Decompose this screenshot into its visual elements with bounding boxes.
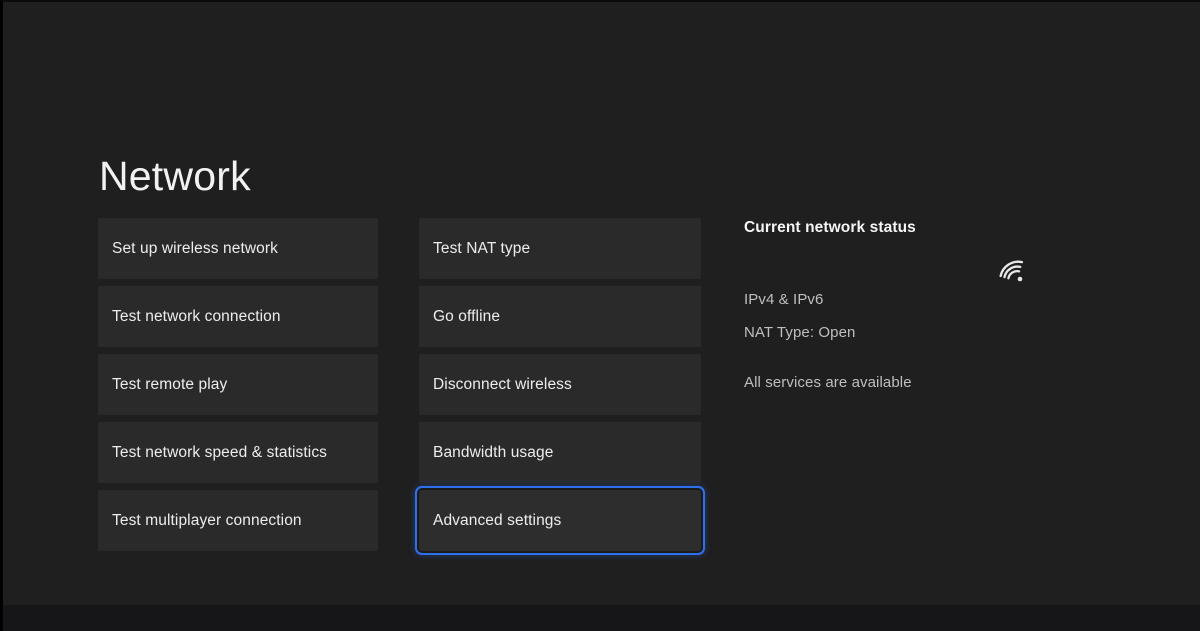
status-nat-type: NAT Type: Open (744, 324, 856, 341)
tile-column-left: Set up wireless network Test network con… (98, 218, 378, 551)
tile-test-network-connection[interactable]: Test network connection (98, 286, 378, 347)
wifi-signal-icon (996, 256, 1030, 290)
tile-test-multiplayer-connection[interactable]: Test multiplayer connection (98, 490, 378, 551)
bottom-letterbox-strip (3, 605, 1200, 631)
tile-test-remote-play[interactable]: Test remote play (98, 354, 378, 415)
tile-set-up-wireless-network[interactable]: Set up wireless network (98, 218, 378, 279)
tile-disconnect-wireless[interactable]: Disconnect wireless (419, 354, 701, 415)
tile-go-offline[interactable]: Go offline (419, 286, 701, 347)
tile-label: Test multiplayer connection (112, 511, 302, 529)
page-title: Network (99, 153, 251, 200)
tile-label: Advanced settings (433, 511, 562, 529)
status-ip-protocol: IPv4 & IPv6 (744, 291, 824, 308)
tile-label: Test NAT type (433, 239, 531, 257)
status-panel-heading: Current network status (744, 219, 916, 236)
tile-advanced-settings[interactable]: Advanced settings (419, 490, 701, 551)
xbox-network-settings-screen: Network Set up wireless network Test net… (0, 0, 1200, 631)
tile-bandwidth-usage[interactable]: Bandwidth usage (419, 422, 701, 483)
tile-label: Go offline (433, 307, 501, 325)
tile-label: Disconnect wireless (433, 375, 572, 393)
tile-label: Test remote play (112, 375, 228, 393)
tile-test-nat-type[interactable]: Test NAT type (419, 218, 701, 279)
tile-label: Bandwidth usage (433, 443, 554, 461)
current-network-status-panel: Current network status IPv4 & IPv6 NAT T… (744, 218, 1124, 578)
tile-label: Set up wireless network (112, 239, 278, 257)
status-detail-lines: IPv4 & IPv6 NAT Type: Open All services … (744, 292, 1124, 390)
tile-label: Test network speed & statistics (112, 443, 328, 461)
tile-test-network-speed-statistics[interactable]: Test network speed & statistics (98, 422, 378, 483)
tile-label: Test network connection (112, 307, 281, 325)
tile-column-middle: Test NAT type Go offline Disconnect wire… (419, 218, 701, 551)
status-services-availability: All services are available (744, 374, 912, 391)
